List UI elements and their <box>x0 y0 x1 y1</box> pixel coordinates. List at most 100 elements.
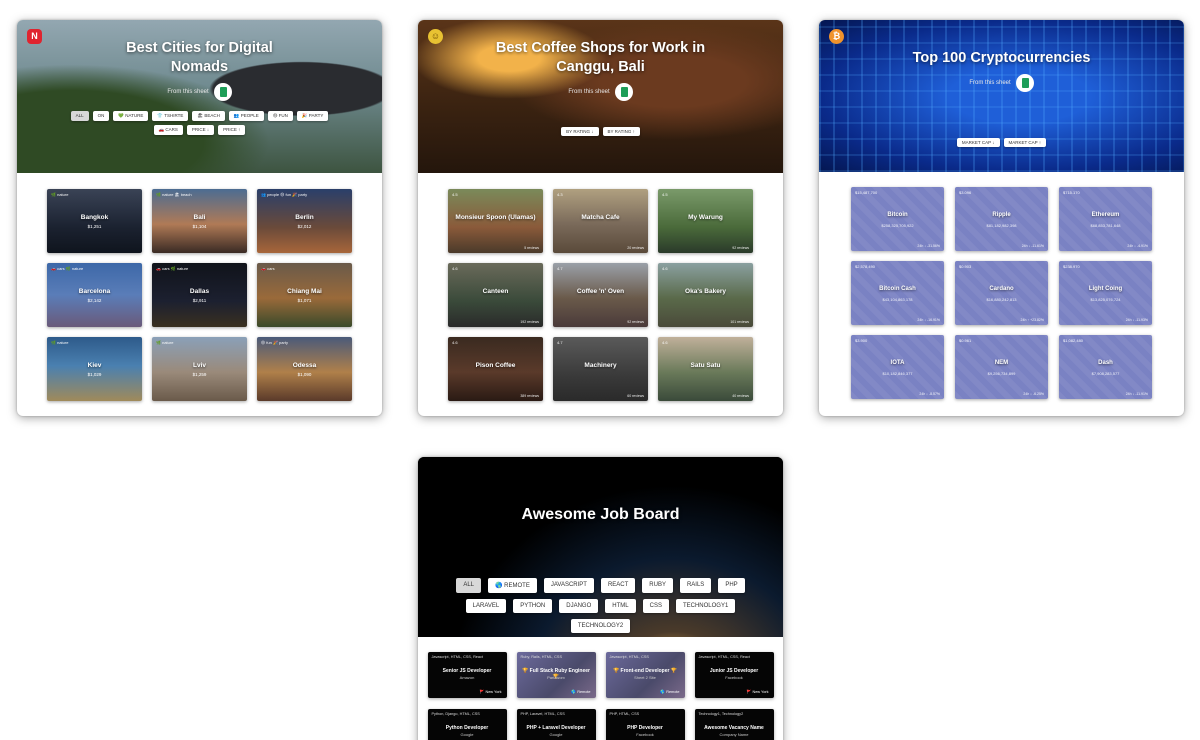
crypto-card[interactable]: $15,487,700 Bitcoin $258,325,705,922 24h… <box>851 187 944 251</box>
crypto-card[interactable]: $715.170 Ethereum $68,853,781,648 24h ↓ … <box>1059 187 1152 251</box>
card-title: Pison Coffee <box>475 362 516 369</box>
card-tags: 🌿 nature <box>51 192 69 197</box>
coffee-sort-chips: BY RATING ↓ BY RATING ↑ <box>418 127 783 136</box>
card-reviews: 92 reviews <box>627 320 644 324</box>
filter-chip-django[interactable]: DJANGO <box>559 599 599 613</box>
coffee-card[interactable]: 4.3 Matcha Cafe 20 reviews <box>553 189 648 253</box>
filter-chip-css[interactable]: CSS <box>642 599 669 613</box>
crypto-card[interactable]: $3.900 IOTA $10,182,846,377 24h ↓ -8.57% <box>851 335 944 399</box>
filter-chip-party[interactable]: 🎉 PARTY <box>296 111 329 121</box>
crypto-site-preview[interactable]: ₿ Top 100 Cryptocurrencies From this she… <box>819 20 1184 416</box>
coffee-card[interactable]: 4.7 Machinery 60 reviews <box>553 337 648 401</box>
card-tags: 🌿 nature 🏖 beach <box>156 192 192 197</box>
filter-chip-ruby[interactable]: RUBY <box>642 578 673 593</box>
card-price: $1,082,480 <box>1063 338 1084 343</box>
crypto-card[interactable]: $1,082,480 Dash $7,908,283,577 24h ↓ -11… <box>1059 335 1152 399</box>
card-market-cap: $9,256,734,899 <box>987 371 1016 376</box>
sort-market-cap-desc[interactable]: MARKET CAP ↓ <box>956 138 1000 147</box>
job-title: Awesome Vacancy Name <box>704 725 764 731</box>
card-title: Odessa <box>292 362 317 369</box>
filter-chip-react[interactable]: REACT <box>600 578 636 593</box>
coffee-card[interactable]: 4.7 Coffee 'n' Oven 92 reviews <box>553 263 648 327</box>
jobs-hero: Awesome Job Board ALL 🌎 REMOTE JAVASCRIP… <box>418 457 783 637</box>
job-company: Google <box>549 732 563 737</box>
filter-chip-all[interactable]: ALL <box>456 578 482 593</box>
filter-chip-html[interactable]: HTML <box>605 599 636 613</box>
card-title: Monsieur Spoon (Ulamas) <box>455 214 536 221</box>
filter-chip-rails[interactable]: RAILS <box>679 578 712 593</box>
filter-chip-on[interactable]: ON <box>92 111 110 121</box>
filter-chip-technology2[interactable]: TECHNOLOGY2 <box>570 619 631 633</box>
filter-chip-all[interactable]: ALL <box>70 111 89 121</box>
coffee-card[interactable]: 4.6 Satu Satu 40 reviews <box>658 337 753 401</box>
filter-chip-technology1[interactable]: TECHNOLOGY1 <box>675 599 736 613</box>
filter-chip-laravel[interactable]: LARAVEL <box>465 599 507 613</box>
card-price: $3.096 <box>959 190 972 195</box>
cities-sheet-link[interactable]: From this sheet <box>17 83 382 101</box>
coffee-card[interactable]: 4.5 Monsieur Spoon (Ulamas) 5 reviews <box>448 189 543 253</box>
filter-chip-people[interactable]: 👥 PEOPLE <box>228 111 264 121</box>
crypto-card[interactable]: $0.903 Cardano $16,880,242,813 24h ↑ +23… <box>955 261 1048 325</box>
card-tags: 🚗 cars <box>261 266 275 271</box>
card-price: $1,090 <box>297 372 312 377</box>
sort-market-cap-asc[interactable]: MARKET CAP ↑ <box>1003 138 1047 147</box>
job-card[interactable]: Javascript, HTML, CSS 🏆 Front-end Develo… <box>605 652 685 698</box>
crypto-card[interactable]: $3.096 Ripple $81,182,982,398 24h ↓ -11.… <box>955 187 1048 251</box>
city-card[interactable]: 🚗 cars 🌿 nature Barcelona $2,142 <box>47 263 142 327</box>
coffee-card[interactable]: 4.6 Canteen 192 reviews <box>448 263 543 327</box>
job-card[interactable]: PHP, HTML, CSS PHP Developer Facebook <box>605 709 685 740</box>
job-tags: Javascript, HTML, CSS <box>609 655 649 659</box>
filter-chip-nature[interactable]: 💚 NATURE <box>113 111 149 121</box>
card-tags: 🚗 cars 🌿 nature <box>51 266 84 271</box>
card-reviews: 20 reviews <box>627 246 644 250</box>
job-tags: PHP, Laravel, HTML, CSS <box>520 712 565 716</box>
job-card[interactable]: Javascript, HTML, CSS, React Senior JS D… <box>427 652 507 698</box>
coffee-card[interactable]: 4.6 Pison Coffee 389 reviews <box>448 337 543 401</box>
city-card[interactable]: 🚗 cars 🌿 nature Dallas $2,911 <box>152 263 247 327</box>
filter-chip-php[interactable]: PHP <box>718 578 745 593</box>
city-card[interactable]: 😄 fun 🎉 party Odessa $1,090 <box>257 337 352 401</box>
cities-hero: N Best Cities for Digital Nomads From th… <box>17 20 382 173</box>
crypto-card[interactable]: $238.970 Light Coing $13,825,076,724 24h… <box>1059 261 1152 325</box>
crypto-sheet-link[interactable]: From this sheet <box>819 74 1184 92</box>
coffee-site-preview[interactable]: ☺ Best Coffee Shops for Work in Canggu, … <box>418 20 783 416</box>
filter-chip-javascript[interactable]: JAVASCRIPT <box>543 578 594 593</box>
filter-chip-python[interactable]: PYTHON <box>513 599 553 613</box>
city-card[interactable]: 🌿 nature Bangkok $1,251 <box>47 189 142 253</box>
sort-price-asc[interactable]: PRICE ↑ <box>218 125 246 135</box>
job-card[interactable]: Technology1, Technology2 Awesome Vacancy… <box>694 709 774 740</box>
sort-price-desc[interactable]: PRICE ↓ <box>186 125 215 135</box>
jobs-site-preview[interactable]: Awesome Job Board ALL 🌎 REMOTE JAVASCRIP… <box>418 457 783 740</box>
jobs-grid: Javascript, HTML, CSS, React Senior JS D… <box>418 637 783 740</box>
card-title: Bitcoin Cash <box>879 286 916 292</box>
job-card[interactable]: Python, Django, HTML, CSS Python Develop… <box>427 709 507 740</box>
coffee-card[interactable]: 4.5 My Warung 92 reviews <box>658 189 753 253</box>
filter-chip-beach[interactable]: 🏖 BEACH <box>192 111 225 121</box>
sort-rating-desc[interactable]: BY RATING ↓ <box>561 127 599 136</box>
filter-chip-cars[interactable]: 🚗 CARS <box>153 125 183 135</box>
filter-chip-remote[interactable]: 🌎 REMOTE <box>488 578 537 593</box>
city-card[interactable]: 🌿 nature Lviv $1,259 <box>152 337 247 401</box>
job-company: Sheet 2 Site <box>634 675 656 680</box>
crypto-card[interactable]: $0.961 NEM $9,256,734,899 24h ↓ -6.25% <box>955 335 1048 399</box>
city-card[interactable]: 👥 people 😄 fun 🎉 party Berlin $2,012 <box>257 189 352 253</box>
job-card[interactable]: Ruby, Rails, HTML, CSS 🏆 Full Stack Ruby… <box>516 652 596 698</box>
filter-chip-tshirte[interactable]: 👕 TSHIRTE <box>152 111 189 121</box>
card-rating: 4.6 <box>452 340 458 345</box>
coffee-card[interactable]: 4.6 Oka's Bakery 101 reviews <box>658 263 753 327</box>
card-rating: 4.6 <box>452 266 458 271</box>
coffee-sheet-link[interactable]: From this sheet <box>418 83 783 101</box>
cities-site-preview[interactable]: N Best Cities for Digital Nomads From th… <box>17 20 382 416</box>
job-location: 🚩 New York <box>479 690 502 694</box>
card-price: $1,071 <box>297 298 312 303</box>
card-tags: 👥 people 😄 fun 🎉 party <box>261 192 308 197</box>
city-card[interactable]: 🌿 nature Kiev $1,029 <box>47 337 142 401</box>
cities-title: Best Cities for Digital Nomads <box>126 40 273 75</box>
crypto-card[interactable]: $2,578,490 Bitcoin Cash $43,104,863,178 … <box>851 261 944 325</box>
city-card[interactable]: 🌿 nature 🏖 beach Bali $1,104 <box>152 189 247 253</box>
job-card[interactable]: PHP, Laravel, HTML, CSS PHP + Laravel De… <box>516 709 596 740</box>
city-card[interactable]: 🚗 cars Chiang Mai $1,071 <box>257 263 352 327</box>
filter-chip-fun[interactable]: 😄 FUN <box>267 111 293 121</box>
job-card[interactable]: Javascript, HTML, CSS, React Junior JS D… <box>694 652 774 698</box>
sort-rating-asc[interactable]: BY RATING ↑ <box>602 127 640 136</box>
